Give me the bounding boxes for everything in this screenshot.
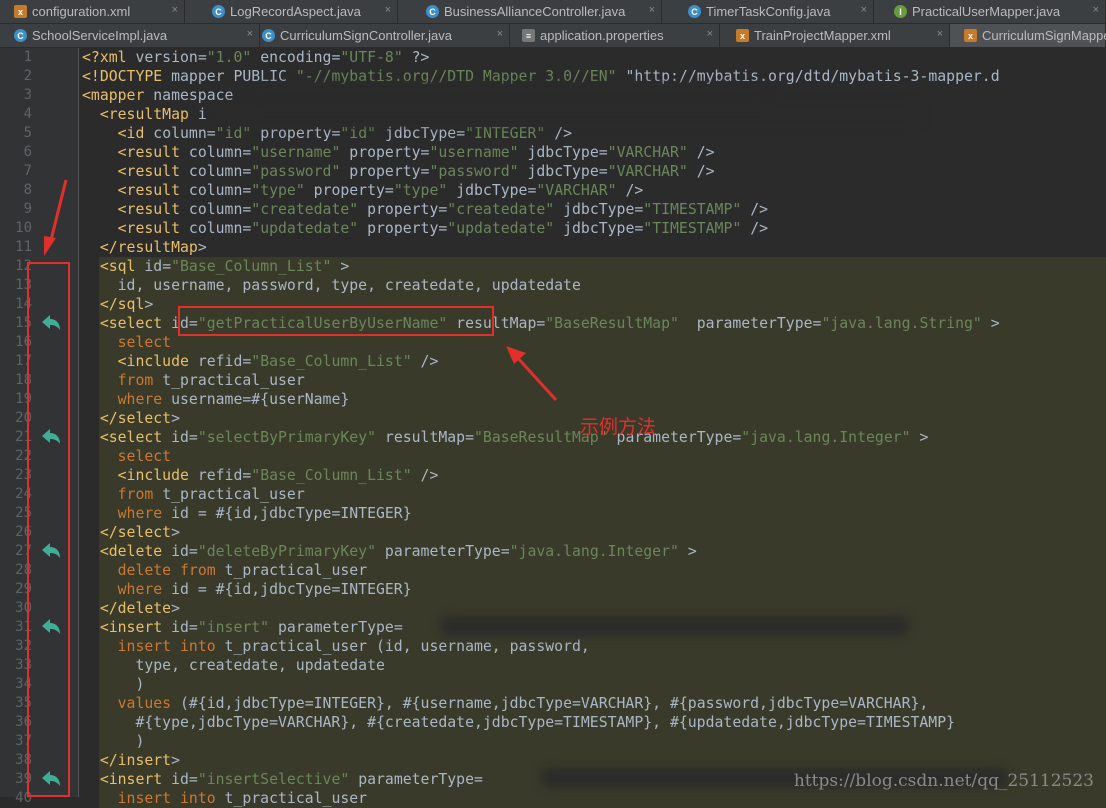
close-icon[interactable]: × bbox=[497, 28, 503, 40]
tab-logrecordaspect[interactable]: C LogRecordAspect.java × bbox=[198, 0, 398, 23]
close-icon[interactable]: × bbox=[861, 4, 867, 16]
editor-tabs-row-2: C SchoolServiceImpl.java × C CurriculumSign… bbox=[0, 24, 1106, 48]
close-icon[interactable]: × bbox=[649, 4, 655, 16]
class-icon: C bbox=[426, 5, 439, 18]
tab-practicalusermapper[interactable]: I PracticalUserMapper.java × bbox=[880, 0, 1106, 23]
editor-tabs-row-1: x configuration.xml × C LogRecordAspect.jav… bbox=[0, 0, 1106, 24]
close-icon[interactable]: × bbox=[937, 28, 943, 40]
annotation-arrows bbox=[44, 179, 558, 402]
xml-file-icon: x bbox=[964, 29, 977, 42]
tab-schoolserviceimpl[interactable]: C SchoolServiceImpl.java × bbox=[0, 24, 260, 47]
close-icon[interactable]: × bbox=[385, 4, 391, 16]
properties-file-icon: ≡ bbox=[522, 29, 535, 42]
tab-application-properties[interactable]: ≡ application.properties × bbox=[508, 24, 720, 47]
tab-businessalliancecontroller[interactable]: C BusinessAllianceController.java × bbox=[412, 0, 662, 23]
xml-file-icon: x bbox=[14, 5, 27, 18]
xml-file-icon: x bbox=[736, 29, 749, 42]
tab-curriculumsignmapper[interactable]: x CurriculumSignMappe bbox=[950, 24, 1106, 47]
tab-configuration-xml[interactable]: x configuration.xml × bbox=[0, 0, 185, 23]
tab-curriculumsigncontroller[interactable]: C CurriculumSignController.java × bbox=[248, 24, 510, 47]
close-icon[interactable]: × bbox=[1093, 4, 1099, 16]
tab-trainprojectmapper[interactable]: x TrainProjectMapper.xml × bbox=[722, 24, 950, 47]
class-icon: C bbox=[688, 5, 701, 18]
code-editor[interactable]: 1 <?xml version="1.0" encoding="UTF-8" ?>… bbox=[0, 48, 1106, 808]
close-icon[interactable]: × bbox=[172, 4, 178, 16]
interface-icon: I bbox=[894, 5, 907, 18]
tab-timertaskconfig[interactable]: C TimerTaskConfig.java × bbox=[674, 0, 874, 23]
class-icon: C bbox=[14, 29, 27, 42]
close-icon[interactable]: × bbox=[707, 28, 713, 40]
class-icon: C bbox=[262, 29, 275, 42]
class-icon: C bbox=[212, 5, 225, 18]
